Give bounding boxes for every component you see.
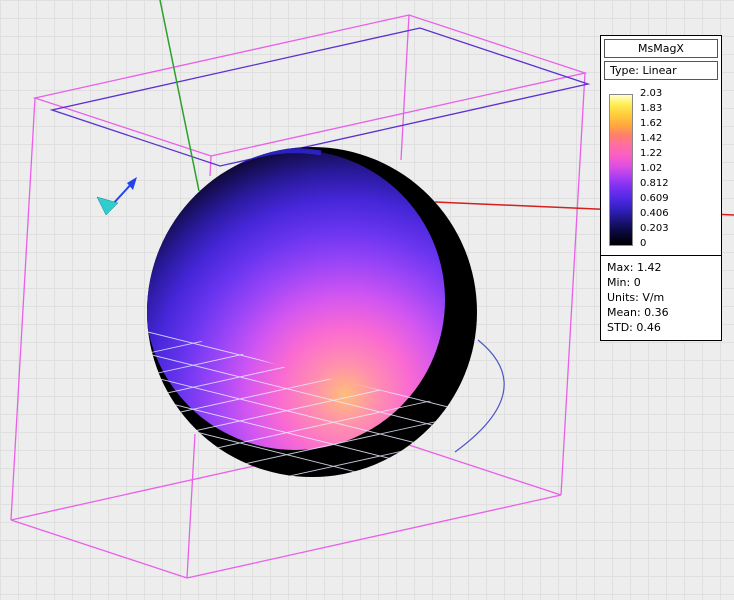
- box-edge-bottom-front: [187, 495, 561, 578]
- z-axis-line: [160, 0, 199, 191]
- stat-std: STD: 0.46: [607, 320, 721, 335]
- legend-title: MsMagX: [604, 39, 718, 58]
- legend-scale-labels: 2.03 1.83 1.62 1.42 1.22 1.02 0.812 0.60…: [640, 89, 669, 249]
- stat-max: Max: 1.42: [607, 260, 721, 275]
- legend-scale-type: Type: Linear: [604, 61, 718, 80]
- coordinate-arrow: [97, 177, 137, 215]
- scale-label: 1.02: [640, 164, 669, 174]
- legend-scale: 2.03 1.83 1.62 1.42 1.22 1.02 0.812 0.60…: [601, 83, 721, 255]
- scale-label: 0.609: [640, 194, 669, 204]
- box-edge-front-upper: [210, 156, 211, 176]
- scale-label: 2.03: [640, 89, 669, 99]
- legend-stats: Max: 1.42 Min: 0 Units: V/m Mean: 0.36 S…: [601, 255, 721, 340]
- scale-label: 0: [640, 239, 669, 249]
- box-edge-left: [11, 98, 35, 520]
- scale-label: 1.42: [640, 134, 669, 144]
- scale-label: 0.203: [640, 224, 669, 234]
- scale-label: 1.83: [640, 104, 669, 114]
- sphere-field-colormap: [145, 150, 445, 450]
- box-edge-front-lower: [187, 434, 195, 578]
- box-edge-bottom-back: [11, 466, 254, 520]
- box-edge-bottom-right: [406, 444, 561, 495]
- scale-label: 1.62: [640, 119, 669, 129]
- stat-min: Min: 0: [607, 275, 721, 290]
- port-plane-outline: [52, 28, 588, 166]
- scale-label: 1.22: [640, 149, 669, 159]
- box-edge-back: [401, 15, 409, 160]
- box-top-face: [35, 15, 585, 156]
- arrow-cone-icon: [97, 197, 118, 215]
- box-edge-right: [561, 73, 585, 495]
- stat-mean: Mean: 0.36: [607, 305, 721, 320]
- legend-colorbar: [609, 94, 633, 246]
- field-sphere: [140, 147, 480, 553]
- result-legend[interactable]: MsMagX Type: Linear 2.03 1.83 1.62 1.42 …: [600, 35, 722, 341]
- scale-label: 0.812: [640, 179, 669, 189]
- box-edge-bottom-left: [11, 520, 187, 578]
- stat-units: Units: V/m: [607, 290, 721, 305]
- scale-label: 0.406: [640, 209, 669, 219]
